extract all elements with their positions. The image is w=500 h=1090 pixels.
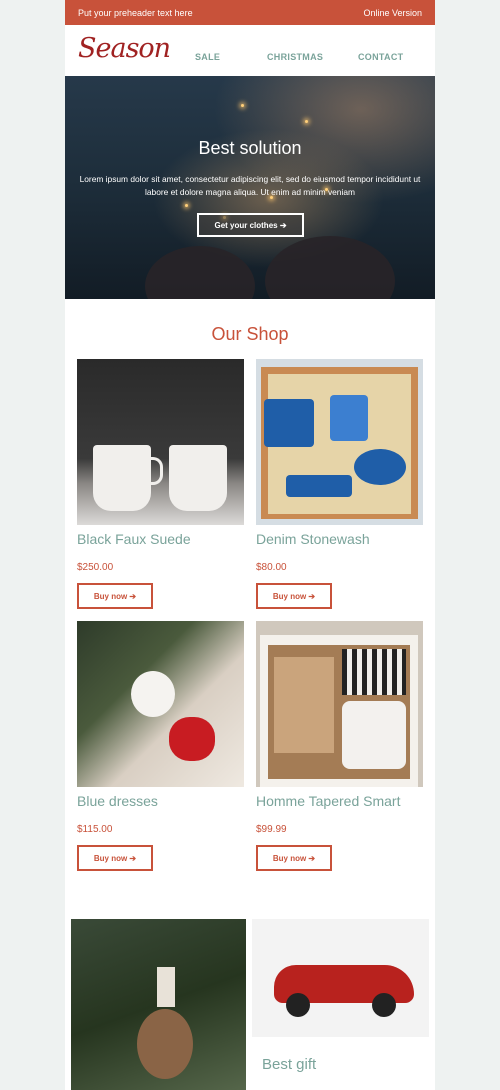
nav-christmas[interactable]: CHRISTMAS	[267, 52, 323, 62]
shop-title: Our Shop	[211, 324, 289, 344]
red-mug	[169, 717, 215, 761]
product-card: Denim Stonewash $80.00 Buy now ➔	[256, 359, 423, 609]
spark	[185, 204, 188, 207]
product-image-cocoa-box[interactable]	[256, 621, 423, 787]
spark	[305, 120, 308, 123]
get-clothes-button[interactable]: Get your clothes ➔	[197, 213, 304, 237]
buy-now-button[interactable]: Buy now ➔	[77, 583, 153, 609]
cocoa-bag	[274, 657, 334, 753]
white-mug	[131, 671, 175, 717]
product-name[interactable]: Denim Stonewash	[256, 531, 423, 547]
hero-hand-left	[145, 246, 255, 299]
nav-sale[interactable]: SALE	[195, 52, 220, 62]
product-price: $99.99	[256, 824, 287, 835]
product-card: Homme Tapered Smart $99.99 Buy now ➔	[256, 621, 423, 871]
product-price: $115.00	[77, 824, 113, 835]
mug-handle	[151, 457, 163, 485]
product-card: Black Faux Suede $250.00 Buy now ➔	[77, 359, 244, 609]
buy-now-button[interactable]: Buy now ➔	[77, 845, 153, 871]
email-container: Put your preheader text here Online Vers…	[65, 0, 435, 1090]
hero-title: Best solution	[198, 138, 302, 158]
blue-mug	[264, 399, 314, 447]
product-price: $80.00	[256, 562, 287, 573]
feature-image-car[interactable]	[252, 919, 429, 1037]
blue-pack	[286, 475, 352, 497]
spark	[241, 104, 244, 107]
preheader-text: Put your preheader text here	[78, 7, 193, 18]
header: Season SALE CHRISTMAS CONTACT	[65, 25, 435, 76]
preheader-bar: Put your preheader text here Online Vers…	[65, 0, 435, 25]
hero-hand-right	[265, 236, 395, 299]
product-name[interactable]: Black Faux Suede	[77, 531, 244, 547]
mug-left	[93, 445, 151, 511]
product-price: $250.00	[77, 562, 114, 573]
hero-banner: Best solution Lorem ipsum dolor sit amet…	[65, 76, 435, 299]
product-card: Blue dresses $115.00 Buy now ➔	[77, 621, 244, 871]
logo[interactable]: Season	[78, 33, 171, 64]
feature-title: Best gift	[262, 1056, 317, 1073]
ornament	[137, 1009, 193, 1079]
online-version-link[interactable]: Online Version	[363, 8, 422, 18]
blue-bar	[330, 395, 368, 441]
ornament-ribbon	[157, 967, 175, 1007]
buy-now-button[interactable]: Buy now ➔	[256, 583, 332, 609]
car-wheel-rear	[372, 993, 396, 1017]
product-image-red-mug[interactable]	[77, 621, 244, 787]
product-image-gift-box[interactable]	[256, 359, 423, 525]
product-name[interactable]: Blue dresses	[77, 793, 244, 809]
mug-right	[169, 445, 227, 511]
feature-image-ornament[interactable]	[71, 919, 246, 1090]
striped-box	[342, 649, 406, 695]
hero-text: Lorem ipsum dolor sit amet, consectetur …	[79, 174, 421, 197]
buy-now-button[interactable]: Buy now ➔	[256, 845, 332, 871]
product-image-mugs[interactable]	[77, 359, 244, 525]
car-wheel-front	[286, 993, 310, 1017]
blue-tin	[354, 449, 406, 485]
product-name[interactable]: Homme Tapered Smart	[256, 793, 423, 809]
candle-jar	[342, 701, 406, 769]
nav-contact[interactable]: CONTACT	[358, 52, 403, 62]
